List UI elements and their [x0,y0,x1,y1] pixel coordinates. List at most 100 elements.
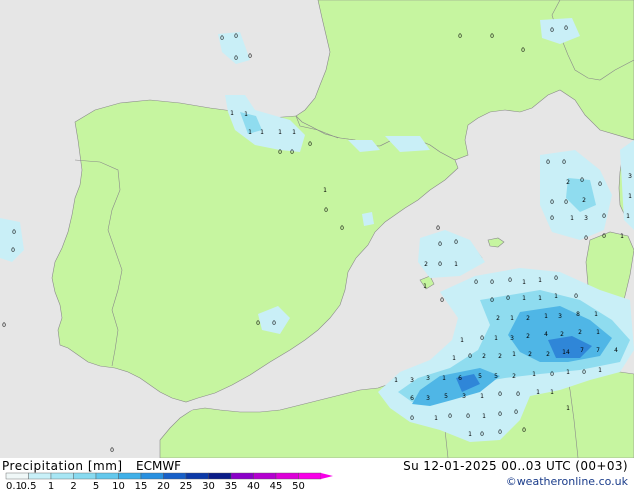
precip-value-label: 5 [478,373,482,380]
precip-value-label: 1 [512,351,516,358]
scale-swatch [28,472,52,480]
precip-value-label: 3 [426,395,430,402]
precipitation-map: 0 0 0 0 1 1 1 1 1 1 0 0 0 1 0 0 0 0 0 0 0 0 0 0 2 0 1 1 0 0 0 0 0 0 0 0 2 0 0 3… [0,0,634,458]
precip-value-label: 2 [566,179,570,186]
precip-value-label: 0 [436,225,440,232]
precip-value-label: 0 [438,261,442,268]
precip-value-label: 6 [410,395,414,402]
precip-value-label: 3 [584,215,588,222]
valid-time: Su 12-01-2025 00..03 UTC (00+03) [403,459,628,473]
precip-value-label: 2 [578,329,582,336]
precip-value-label: 1 [620,233,624,240]
precip-value-label: 0 [11,247,15,254]
scale-tick-label: 1 [48,481,54,490]
precip-value-label: 3 [628,173,632,180]
precip-value-label: 1 [452,355,456,362]
precip-value-label: 1 [538,295,542,302]
precip-value-label: 0 [278,149,282,156]
precip-value-label: 1 [532,371,536,378]
precip-value-label: 0 [602,213,606,220]
precip-value-label: 0 [564,199,568,206]
scale-swatch [73,472,97,480]
precip-value-label: 2 [424,261,428,268]
precip-value-label: 0 [554,275,558,282]
scale-swatch [230,472,254,480]
precip-value-label: 0 [508,277,512,284]
scale-tick-label: 20 [157,481,170,490]
precip-value-label: 0 [256,320,260,327]
precip-value-label: 0 [562,159,566,166]
scale-tick-label: 10 [112,481,125,490]
precip-value-label: 0 [468,353,472,360]
precip-value-label: 2 [498,353,502,360]
precip-value-label: 0 [480,335,484,342]
precip-value-label: 0 [514,409,518,416]
precip-value-label: 5 [444,393,448,400]
precip-value-label: 6 [458,375,462,382]
precip-value-label: 1 [554,293,558,300]
precip-value-label: 8 [576,311,580,318]
precip-value-label: 0 [324,207,328,214]
scale-tick-label: 40 [247,481,260,490]
precip-value-label: 1 [494,335,498,342]
precip-value-label: 0 [308,141,312,148]
precip-value-label: 14 [562,349,570,356]
precip-value-label: 0 [466,413,470,420]
precip-value-label: 0 [550,27,554,34]
scale-tick-label: 50 [292,481,305,490]
precip-value-label: 0 [598,181,602,188]
precip-value-label: 1 [434,415,438,422]
precip-value-label: 1 [566,405,570,412]
scale-tick-label: 45 [270,481,283,490]
legend-bar: Precipitation [mm] ECMWF Su 12-01-2025 0… [0,458,634,490]
scale-swatch [95,472,119,480]
scale-tick-label: 25 [180,481,193,490]
precip-value-label: 0 [490,279,494,286]
scale-swatch [118,472,142,480]
scale-swatch [163,472,187,480]
precip-value-label: 1 [454,261,458,268]
precip-value-label: 1 [278,129,282,136]
scale-swatch [298,472,322,480]
scale-swatch [5,472,29,480]
precip-value-label: 2 [528,351,532,358]
precip-value-label: 1 [596,329,600,336]
precip-value-label: 0 [602,233,606,240]
precip-value-label: 1 [244,111,248,118]
precip-value-label: 1 [538,277,542,284]
scale-tick-label: 0.5 [21,481,37,490]
precip-value-label: 1 [423,283,427,290]
precip-value-label: 0 [516,391,520,398]
scale-tick-label: 5 [93,481,99,490]
precip-value-label: 1 [550,389,554,396]
precip-value-label: 2 [526,315,530,322]
scale-swatch [50,472,74,480]
precip-value-label: 0 [490,33,494,40]
precip-value-label: 0 [564,25,568,32]
precip-value-label: 2 [512,373,516,380]
scale-swatch [140,472,164,480]
precip-value-label: 2 [546,351,550,358]
scale-swatch [208,472,232,480]
precip-value-label: 0 [574,293,578,300]
precip-value-label: 2 [582,197,586,204]
credit-link[interactable]: ©weatheronline.co.uk [506,475,628,488]
precip-value-label: 1 [626,213,630,220]
precip-value-label: 0 [506,295,510,302]
precip-value-label: 4 [544,331,548,338]
color-scale: 0.10.5 1 2 5 10 15 20 25 30 35 40 45 50 [5,472,333,490]
scale-swatches [5,472,333,480]
precip-value-label: 1 [598,367,602,374]
scale-tick-label: 15 [135,481,148,490]
precip-value-label: 3 [558,313,562,320]
precip-value-label: 1 [628,193,632,200]
precip-value-label: 0 [220,35,224,42]
precip-value-label: 0 [440,297,444,304]
precip-value-label: 1 [544,313,548,320]
scale-tick-label: 35 [225,481,238,490]
precip-value-label: 1 [260,129,264,136]
precip-value-label: 2 [482,353,486,360]
precip-value-label: 0 [234,33,238,40]
precip-value-label: 1 [482,413,486,420]
precip-value-label: 0 [522,427,526,434]
